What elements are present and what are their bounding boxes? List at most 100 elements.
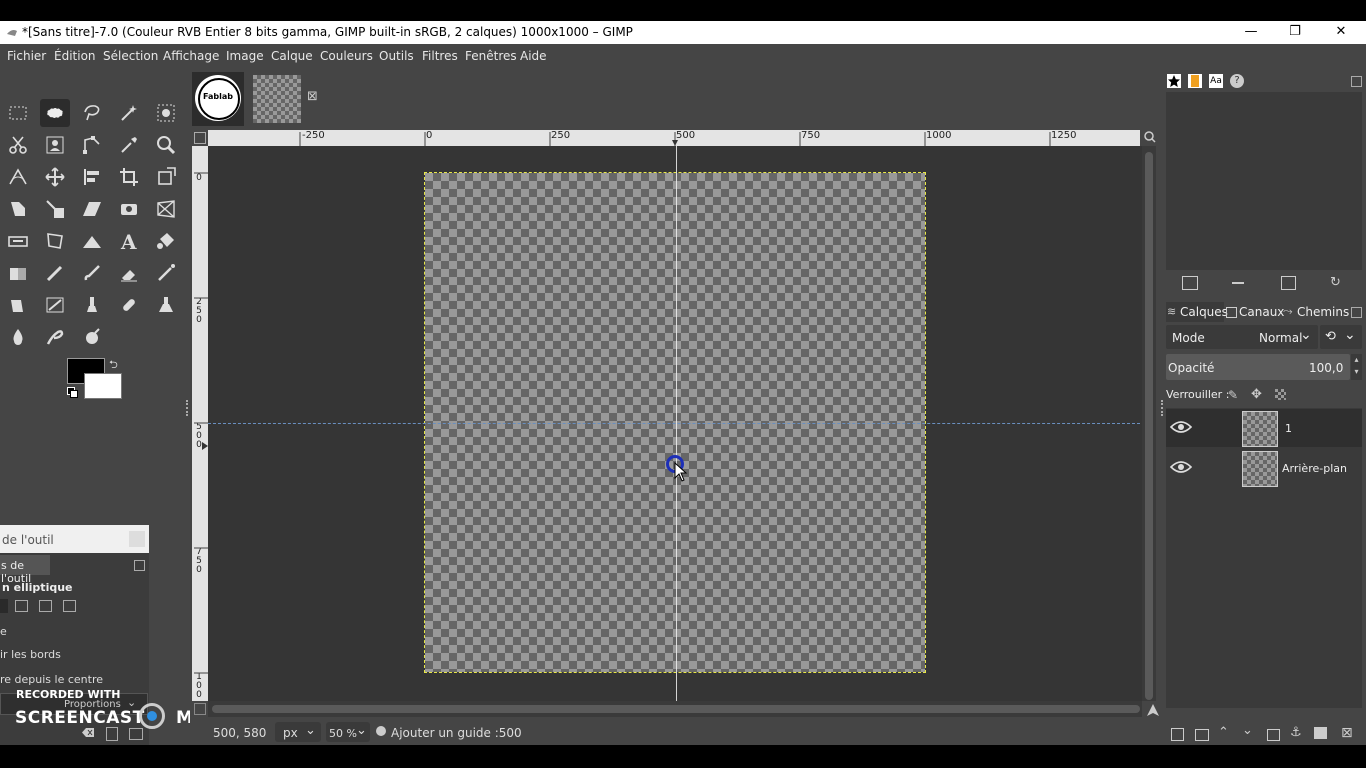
option-antialias[interactable]: e [0,625,7,638]
ellipse-select-tool-icon[interactable] [40,99,70,127]
horizontal-guide[interactable] [208,423,1140,424]
delete-brush-icon[interactable] [1232,282,1244,284]
tab-paths[interactable]: Chemins ⤳ [1282,302,1349,322]
duplicate-brush-icon[interactable] [1281,276,1296,290]
swap-colors-icon[interactable]: ⮌ [109,356,118,375]
new-layer-icon[interactable] [1171,728,1184,741]
menu-fichier[interactable]: Fichier [7,49,46,63]
paintbrush-tool-icon[interactable] [77,259,107,287]
tab-layers[interactable]: Calques ≋ [1166,302,1228,322]
mode-add-icon[interactable] [15,600,28,612]
edit-brush-icon[interactable] [1182,276,1198,290]
brushes-tab-icon[interactable] [1167,74,1181,88]
paint-bucket-tool-icon[interactable] [151,227,181,255]
move-tool-icon[interactable] [40,163,70,191]
help-tab-icon[interactable]: ? [1230,74,1244,88]
menu-affichage[interactable]: Affichage [163,49,219,63]
mode-replace-icon[interactable] [0,599,8,613]
fonts-tab-icon[interactable]: Aa [1209,74,1223,88]
mode-subtract-icon[interactable] [39,600,52,612]
ink-tool-icon[interactable] [3,291,33,319]
gradient-tool-icon[interactable] [3,259,33,287]
lock-position-icon[interactable]: ✥ [1251,387,1262,402]
paths-tool-icon[interactable] [77,131,107,159]
image-tab-thumbnail[interactable] [253,75,301,123]
reset-colors-icon[interactable] [67,387,78,398]
rect-select-tool-icon[interactable] [3,99,33,127]
patterns-tab-icon[interactable] [1188,74,1202,88]
heal-tool-icon[interactable] [114,291,144,319]
option-feather-edges[interactable]: ir les bords [0,648,61,661]
vertical-scrollbar[interactable] [1142,146,1156,701]
layer-mode-dropdown[interactable]: Mode Normal ⌄ [1166,325,1318,349]
scale-tool-icon[interactable] [40,195,70,223]
eraser-tool-icon[interactable] [114,259,144,287]
vertical-scrollbar-thumb[interactable] [1145,152,1153,700]
fuzzy-select-tool-icon[interactable] [114,99,144,127]
clone-tool-icon[interactable] [77,291,107,319]
layer-row[interactable]: Arrière-plan [1166,449,1362,487]
layer-row[interactable]: 1 [1166,409,1362,447]
menu-image[interactable]: Image [226,49,264,63]
menu-aide[interactable]: Aide [520,49,547,63]
tool-options-tab[interactable]: s de l'outil [0,555,50,585]
new-layer-group-icon[interactable] [1195,729,1209,741]
cage-transform-tool-icon[interactable] [40,227,70,255]
text-tool-icon[interactable]: A [114,227,144,255]
menu-outils[interactable]: Outils [379,49,414,63]
delete-layer-icon[interactable]: ⊠ [1341,725,1353,741]
smudge-tool-icon[interactable] [40,323,70,351]
quick-mask-toggle-icon[interactable] [194,703,206,715]
background-color-swatch[interactable] [84,373,122,399]
mypaint-brush-tool-icon[interactable] [40,291,70,319]
opacity-spin-button[interactable]: ▴ ▾ [1351,354,1362,380]
duplicate-layer-icon[interactable] [1267,729,1280,741]
cancel-status-icon[interactable] [376,726,386,736]
vertical-guide-being-placed[interactable] [676,146,677,701]
close-tab-icon[interactable]: ⊠ [307,89,318,104]
airbrush-tool-icon[interactable] [151,259,181,287]
horizontal-scrollbar-thumb[interactable] [212,705,1140,713]
lock-pixels-icon[interactable]: ✎ [1228,388,1238,402]
horizontal-scrollbar[interactable] [208,701,1142,717]
shear-tool-icon[interactable] [77,195,107,223]
tool-options-menu-icon[interactable] [134,560,145,571]
bucket-tool-icon[interactable] [77,227,107,255]
menu-fenetres[interactable]: Fenêtres [465,49,517,63]
eye-icon[interactable] [1170,459,1192,475]
navigate-icon[interactable] [1146,703,1160,717]
scissors-tool-icon[interactable] [3,131,33,159]
zoom-dropdown[interactable]: 50 % ⌄ [326,722,370,742]
unit-dropdown[interactable]: px ⌄ [275,722,321,742]
vertical-ruler[interactable]: 0 2 5 0 5 0 0 7 5 0 1 0 0 [192,146,208,701]
restore-options-icon[interactable] [129,728,143,740]
pencil-tool-icon[interactable] [40,259,70,287]
warp-transform-tool-icon[interactable] [3,195,33,223]
flip-tool-icon[interactable] [114,195,144,223]
layers-dock-menu-icon[interactable] [1351,307,1362,318]
mode-intersect-icon[interactable] [63,600,76,612]
composite-mode-dropdown[interactable]: ⟲ ⌄ [1320,325,1362,349]
perspective-clone-tool-icon[interactable] [151,291,181,319]
zoom-tool-icon[interactable] [151,131,181,159]
option-expand-from-center[interactable]: re depuis le centre [0,673,103,686]
zoom-fit-icon[interactable] [1144,131,1156,143]
lock-alpha-icon[interactable] [1275,389,1286,400]
menu-selection[interactable]: Sélection [103,49,158,63]
raise-layer-icon[interactable]: ⌃ [1218,725,1229,740]
perspective-tool-icon[interactable] [151,195,181,223]
lasso-tool-icon[interactable] [77,99,107,127]
align-tool-icon[interactable] [77,163,107,191]
quick-mask-corner-icon[interactable] [194,132,206,144]
menu-calque[interactable]: Calque [271,49,313,63]
opacity-slider[interactable]: Opacité 100,0 [1166,354,1350,380]
image-tab-active[interactable]: Fablab [192,72,244,126]
save-options-icon[interactable] [106,727,118,741]
menu-filtres[interactable]: Filtres [422,49,458,63]
tool-options-close-button[interactable] [129,531,145,547]
blur-tool-icon[interactable] [3,323,33,351]
menu-couleurs[interactable]: Couleurs [320,49,373,63]
minimize-button[interactable]: — [1228,21,1274,44]
unified-transform-tool-icon[interactable] [151,163,181,191]
eye-icon[interactable] [1170,419,1192,435]
